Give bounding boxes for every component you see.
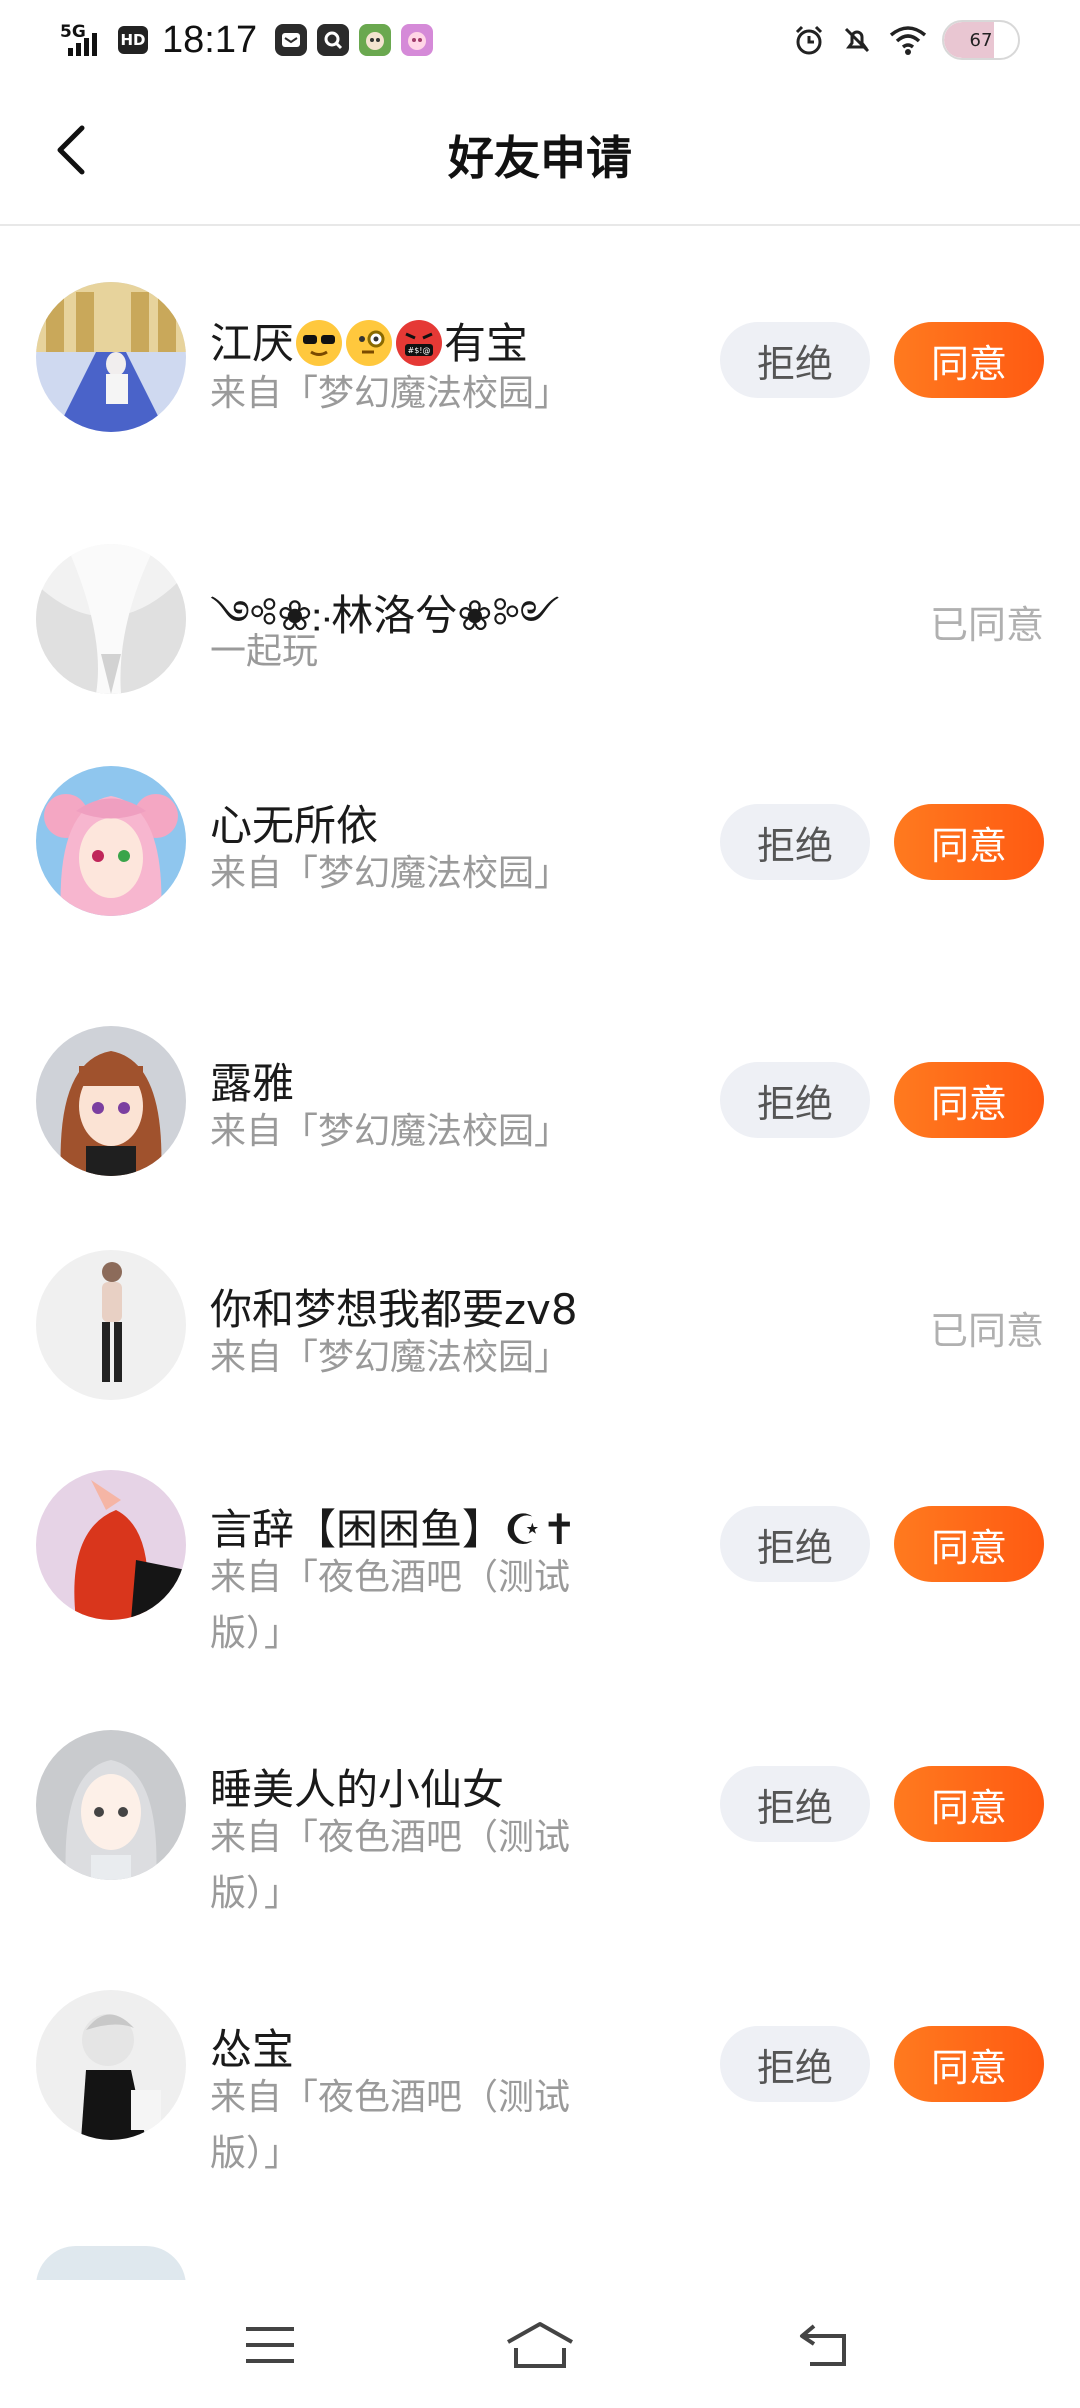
page-title: 好友申请 [448,131,632,185]
friend-request-row: ༺❀჻林洛兮❀༻ 一起玩 已同意 [0,476,1080,706]
status-right: 67 [792,16,1020,64]
battery-indicator: 67 [942,20,1020,60]
friend-request-row: 言辞【困困鱼】☪✝ 来自「夜色酒吧（测试版）」 拒绝 同意 [0,1466,1080,1726]
monocle-emoji-icon [346,320,393,366]
anime-app-icon [401,24,434,56]
avatar[interactable] [36,766,186,916]
status-left: 5G HD 18:17 [60,16,434,64]
request-source: 来自「夜色酒吧（测试版）」 [210,2077,571,2174]
reject-button[interactable]: 拒绝 [720,1506,870,1582]
wifi-icon [889,26,927,55]
page-header: 好友申请 [0,80,1080,226]
accept-button[interactable]: 同意 [894,1766,1044,1842]
friend-request-row: 睡美人的小仙女 来自「夜色酒吧（测试版）」 拒绝 同意 [0,1726,1080,1986]
system-nav-bar [0,2280,1080,2408]
reject-button[interactable]: 拒绝 [720,322,870,398]
reject-button[interactable]: 拒绝 [720,1766,870,1842]
game-app-icon [359,24,392,56]
menu-button[interactable] [230,2310,310,2380]
avatar[interactable] [36,544,186,694]
name-text: 江厌 [210,319,295,368]
accept-button[interactable]: 同意 [894,1506,1044,1582]
avatar[interactable] [36,1470,186,1620]
accept-button[interactable]: 同意 [894,322,1044,398]
friend-request-row: 江厌 #$!@ 有宝 来自「梦幻魔法校园」 拒绝 同意 [0,226,1080,476]
reject-button[interactable]: 拒绝 [720,804,870,880]
hd-icon: HD [118,26,148,54]
svg-text:#$!@: #$!@ [408,346,431,355]
request-source: 来自「梦幻魔法校园」 [210,373,571,414]
accepted-status: 已同意 [929,1309,1044,1353]
request-source: 一起玩 [210,631,319,672]
request-name: 言辞【困困鱼】☪✝ [210,1505,577,1554]
accept-button[interactable]: 同意 [894,2026,1044,2102]
alarm-icon [795,25,823,55]
reject-button[interactable]: 拒绝 [720,2026,870,2102]
menu-icon [246,2327,294,2363]
friend-request-row: 心无所依 来自「梦幻魔法校园」 拒绝 同意 [0,706,1080,1026]
status-bar: 5G HD 18:17 67 [0,0,1080,80]
accept-button[interactable]: 同意 [894,1062,1044,1138]
request-name: 露雅 [210,1059,295,1108]
avatar[interactable] [36,1990,186,2140]
status-time: 18:17 [162,18,258,61]
battery-level: 67 [969,29,993,51]
mute-icon [844,27,870,53]
cursing-emoji-icon: #$!@ [396,320,443,366]
avatar[interactable] [36,282,186,432]
home-button[interactable] [500,2310,580,2380]
request-name: 江厌 #$!@ 有宝 [210,310,528,371]
friend-request-row: 露雅 来自「梦幻魔法校园」 拒绝 同意 [0,1026,1080,1246]
accepted-status: 已同意 [929,603,1044,647]
message-app-icon [275,24,308,56]
request-source: 来自「梦幻魔法校园」 [210,1111,571,1152]
signal-icon: 5G [60,20,108,60]
sunglasses-emoji-icon [296,320,343,366]
home-icon [507,2322,573,2368]
accept-button[interactable]: 同意 [894,804,1044,880]
request-name: 心无所依 [210,801,379,850]
avatar[interactable] [36,1026,186,1176]
avatar[interactable] [36,1250,186,1400]
request-name: 睡美人的小仙女 [210,1765,505,1814]
request-source: 来自「夜色酒吧（测试版）」 [210,1557,571,1654]
return-icon [800,2324,846,2366]
avatar[interactable] [36,1730,186,1880]
name-text: 有宝 [444,319,529,368]
request-name: 怂宝 [210,2025,295,2074]
request-source: 来自「夜色酒吧（测试版）」 [210,1817,571,1914]
back-nav-button[interactable] [784,2310,864,2380]
request-source: 来自「梦幻魔法校园」 [210,853,571,894]
friend-request-row: 怂宝 来自「夜色酒吧（测试版）」 拒绝 同意 [0,1986,1080,2246]
request-name: 你和梦想我都要zv8 [210,1285,578,1334]
friend-request-row: 你和梦想我都要zv8 来自「梦幻魔法校园」 已同意 [0,1246,1080,1466]
request-source: 来自「梦幻魔法校园」 [210,1337,571,1378]
search-app-icon [317,24,350,56]
reject-button[interactable]: 拒绝 [720,1062,870,1138]
